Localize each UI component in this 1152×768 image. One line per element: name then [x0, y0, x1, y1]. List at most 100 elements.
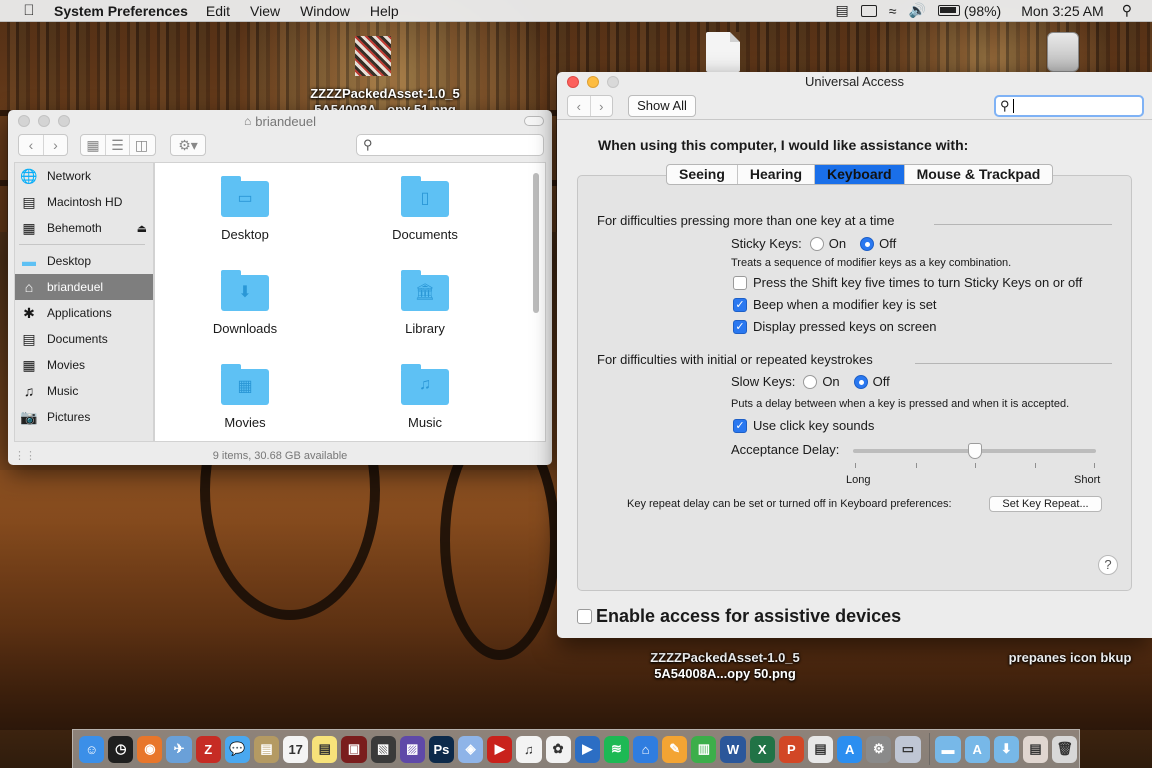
display-icon[interactable] [860, 4, 877, 17]
ua-titlebar[interactable]: Universal Access [557, 72, 1152, 92]
spotlight-search-icon[interactable]: ⚲ [1122, 2, 1132, 19]
dock-excel-icon[interactable]: X [749, 735, 775, 763]
minimize-button[interactable] [38, 115, 50, 127]
dock-quicktime-icon[interactable]: ▶ [574, 735, 600, 763]
dock-app-violet-icon[interactable]: ▨ [399, 735, 425, 763]
eject-icon[interactable]: ⏏ [137, 222, 147, 235]
dock-finder-icon[interactable]: ☺ [79, 735, 105, 763]
sidebar-item-briandeuel[interactable]: ⌂ briandeuel [15, 274, 153, 300]
sidebar-item-pictures[interactable]: 📷 Pictures [15, 404, 153, 430]
sidebar-item-desktop[interactable]: ▬ Desktop [15, 248, 153, 274]
assistive-devices-checkbox[interactable] [577, 609, 592, 624]
dock-app-note-icon[interactable]: ▤ [807, 735, 834, 763]
dock-firefox-icon[interactable]: ◉ [137, 735, 163, 763]
list-view-icon[interactable]: ☰ [105, 135, 129, 155]
desktop-document-icon[interactable] [706, 32, 740, 72]
file-item-documents[interactable]: ▯ Documents [355, 176, 495, 242]
menu-view[interactable]: View [250, 3, 280, 19]
assistive-devices-label[interactable]: Enable access for assistive devices [596, 606, 901, 627]
beep-modifier-label[interactable]: Beep when a modifier key is set [753, 297, 937, 312]
slow-keys-off-radio[interactable] [853, 374, 868, 389]
menu-edit[interactable]: Edit [206, 3, 230, 19]
dock-app-window-icon[interactable]: ▭ [895, 735, 921, 763]
desktop-folder-label[interactable]: prepanes icon bkup [1000, 650, 1140, 666]
forward-arrow-icon[interactable]: › [589, 96, 613, 116]
dock-app-store-icon[interactable]: A [837, 735, 863, 763]
zoom-button[interactable] [607, 76, 619, 88]
dock-powerpoint-icon[interactable]: P [778, 735, 804, 763]
finder-titlebar[interactable]: ⌂ briandeuel [8, 110, 552, 132]
sticky-keys-on-radio[interactable] [809, 236, 824, 251]
battery-status[interactable]: (98%) [937, 3, 1001, 19]
close-button[interactable] [567, 76, 579, 88]
dock-itunes-icon[interactable]: ♫ [516, 735, 542, 763]
dock-preview-icon[interactable]: ✈ [166, 735, 192, 763]
acceptance-delay-slider-knob[interactable] [967, 443, 982, 459]
file-item-movies[interactable]: ▦ Movies [175, 364, 315, 430]
sidebar-item-network[interactable]: 🌐 Network [15, 163, 153, 189]
click-key-sounds-label[interactable]: Use click key sounds [753, 418, 874, 433]
sticky-keys-on-label[interactable]: On [829, 236, 846, 251]
dock-keynote-icon[interactable]: ⌂ [632, 735, 659, 763]
dock-word-icon[interactable]: W [720, 735, 746, 763]
slow-keys-on-radio[interactable] [803, 374, 818, 389]
desktop-hard-drive-icon[interactable] [1047, 32, 1079, 72]
sticky-keys-off-label[interactable]: Off [879, 236, 896, 251]
file-item-desktop[interactable]: ▭ Desktop [175, 176, 315, 242]
dock-app-photo-icon[interactable]: ▧ [370, 735, 396, 763]
dock-numbers-icon[interactable]: ▥ [691, 735, 717, 763]
dock-photos-icon[interactable]: ✿ [545, 735, 571, 763]
shift-five-times-row[interactable]: Press the Shift key five times to turn S… [733, 275, 1082, 290]
back-arrow-icon[interactable]: ‹ [568, 96, 590, 116]
menu-app-name[interactable]: System Preferences [54, 3, 188, 19]
sticky-keys-off-radio[interactable] [860, 236, 875, 251]
toolbar-toggle-button[interactable] [524, 116, 544, 126]
dock-pages-icon[interactable]: ✎ [662, 735, 688, 763]
display-keys-checkbox[interactable]: ✓ [733, 319, 747, 334]
help-button[interactable]: ? [1098, 555, 1118, 575]
close-button[interactable] [18, 115, 30, 127]
dock-stack-file-icon[interactable]: ▤ [1022, 735, 1049, 763]
shift-five-times-label[interactable]: Press the Shift key five times to turn S… [753, 275, 1082, 290]
assistive-devices-row[interactable]: Enable access for assistive devices [577, 606, 901, 627]
slow-keys-off-label[interactable]: Off [873, 374, 890, 389]
forward-arrow-icon[interactable]: › [43, 135, 67, 155]
desktop-png-thumbnail[interactable] [355, 36, 391, 76]
menu-help[interactable]: Help [370, 3, 399, 19]
dock-notes-icon[interactable]: ▤ [312, 735, 338, 763]
file-item-downloads[interactable]: ⬇ Downloads [175, 270, 315, 336]
action-menu-button[interactable]: ⚙▾ [170, 134, 206, 156]
beep-modifier-row[interactable]: ✓ Beep when a modifier key is set [733, 297, 937, 312]
click-key-sounds-row[interactable]: ✓ Use click key sounds [733, 418, 874, 433]
menu-window[interactable]: Window [300, 3, 350, 19]
vertical-scrollbar[interactable] [533, 173, 539, 313]
preferences-search-field[interactable]: ⚲ [994, 95, 1144, 117]
volume-icon[interactable]: 🔊 [908, 2, 925, 19]
column-view-icon[interactable]: ◫ [129, 135, 153, 155]
dock-archive-icon[interactable]: ▤ [253, 735, 280, 763]
tab-mouse-trackpad[interactable]: Mouse & Trackpad [903, 165, 1053, 184]
tab-hearing[interactable]: Hearing [736, 165, 814, 184]
finder-search-field[interactable]: ⚲ [356, 134, 544, 156]
sidebar-item-music[interactable]: ♫ Music [15, 378, 153, 404]
dock-messages-icon[interactable]: 💬 [224, 735, 250, 763]
dock-photoshop-icon[interactable]: Ps [428, 735, 455, 763]
dock-system-preferences-icon[interactable]: ⚙ [866, 735, 892, 763]
tab-seeing[interactable]: Seeing [667, 165, 737, 184]
shift-five-times-checkbox[interactable] [733, 275, 747, 290]
sidebar-item-macintosh-hd[interactable]: ▤ Macintosh HD [15, 189, 153, 215]
sidebar-item-applications[interactable]: ✱ Applications [15, 300, 153, 326]
dock-stack-folder-2-icon[interactable]: A [964, 735, 990, 763]
dock-calendar-icon[interactable]: 17 [283, 735, 309, 763]
beep-modifier-checkbox[interactable]: ✓ [733, 297, 747, 312]
apple-menu-icon[interactable]:  [18, 2, 40, 19]
click-key-sounds-checkbox[interactable]: ✓ [733, 418, 747, 433]
file-item-music[interactable]: ♫ Music [355, 364, 495, 430]
dock-stack-folder-1-icon[interactable]: ▬ [935, 735, 961, 763]
wifi-icon[interactable]: ≈ [889, 3, 897, 19]
show-all-button[interactable]: Show All [628, 95, 696, 117]
dock-dashboard-icon[interactable]: ◷ [108, 735, 134, 763]
dock-stack-folder-3-icon[interactable]: ⬇ [993, 735, 1019, 763]
dock-app-blue-icon[interactable]: ◈ [458, 735, 484, 763]
icon-view-icon[interactable]: ▦ [81, 135, 105, 155]
